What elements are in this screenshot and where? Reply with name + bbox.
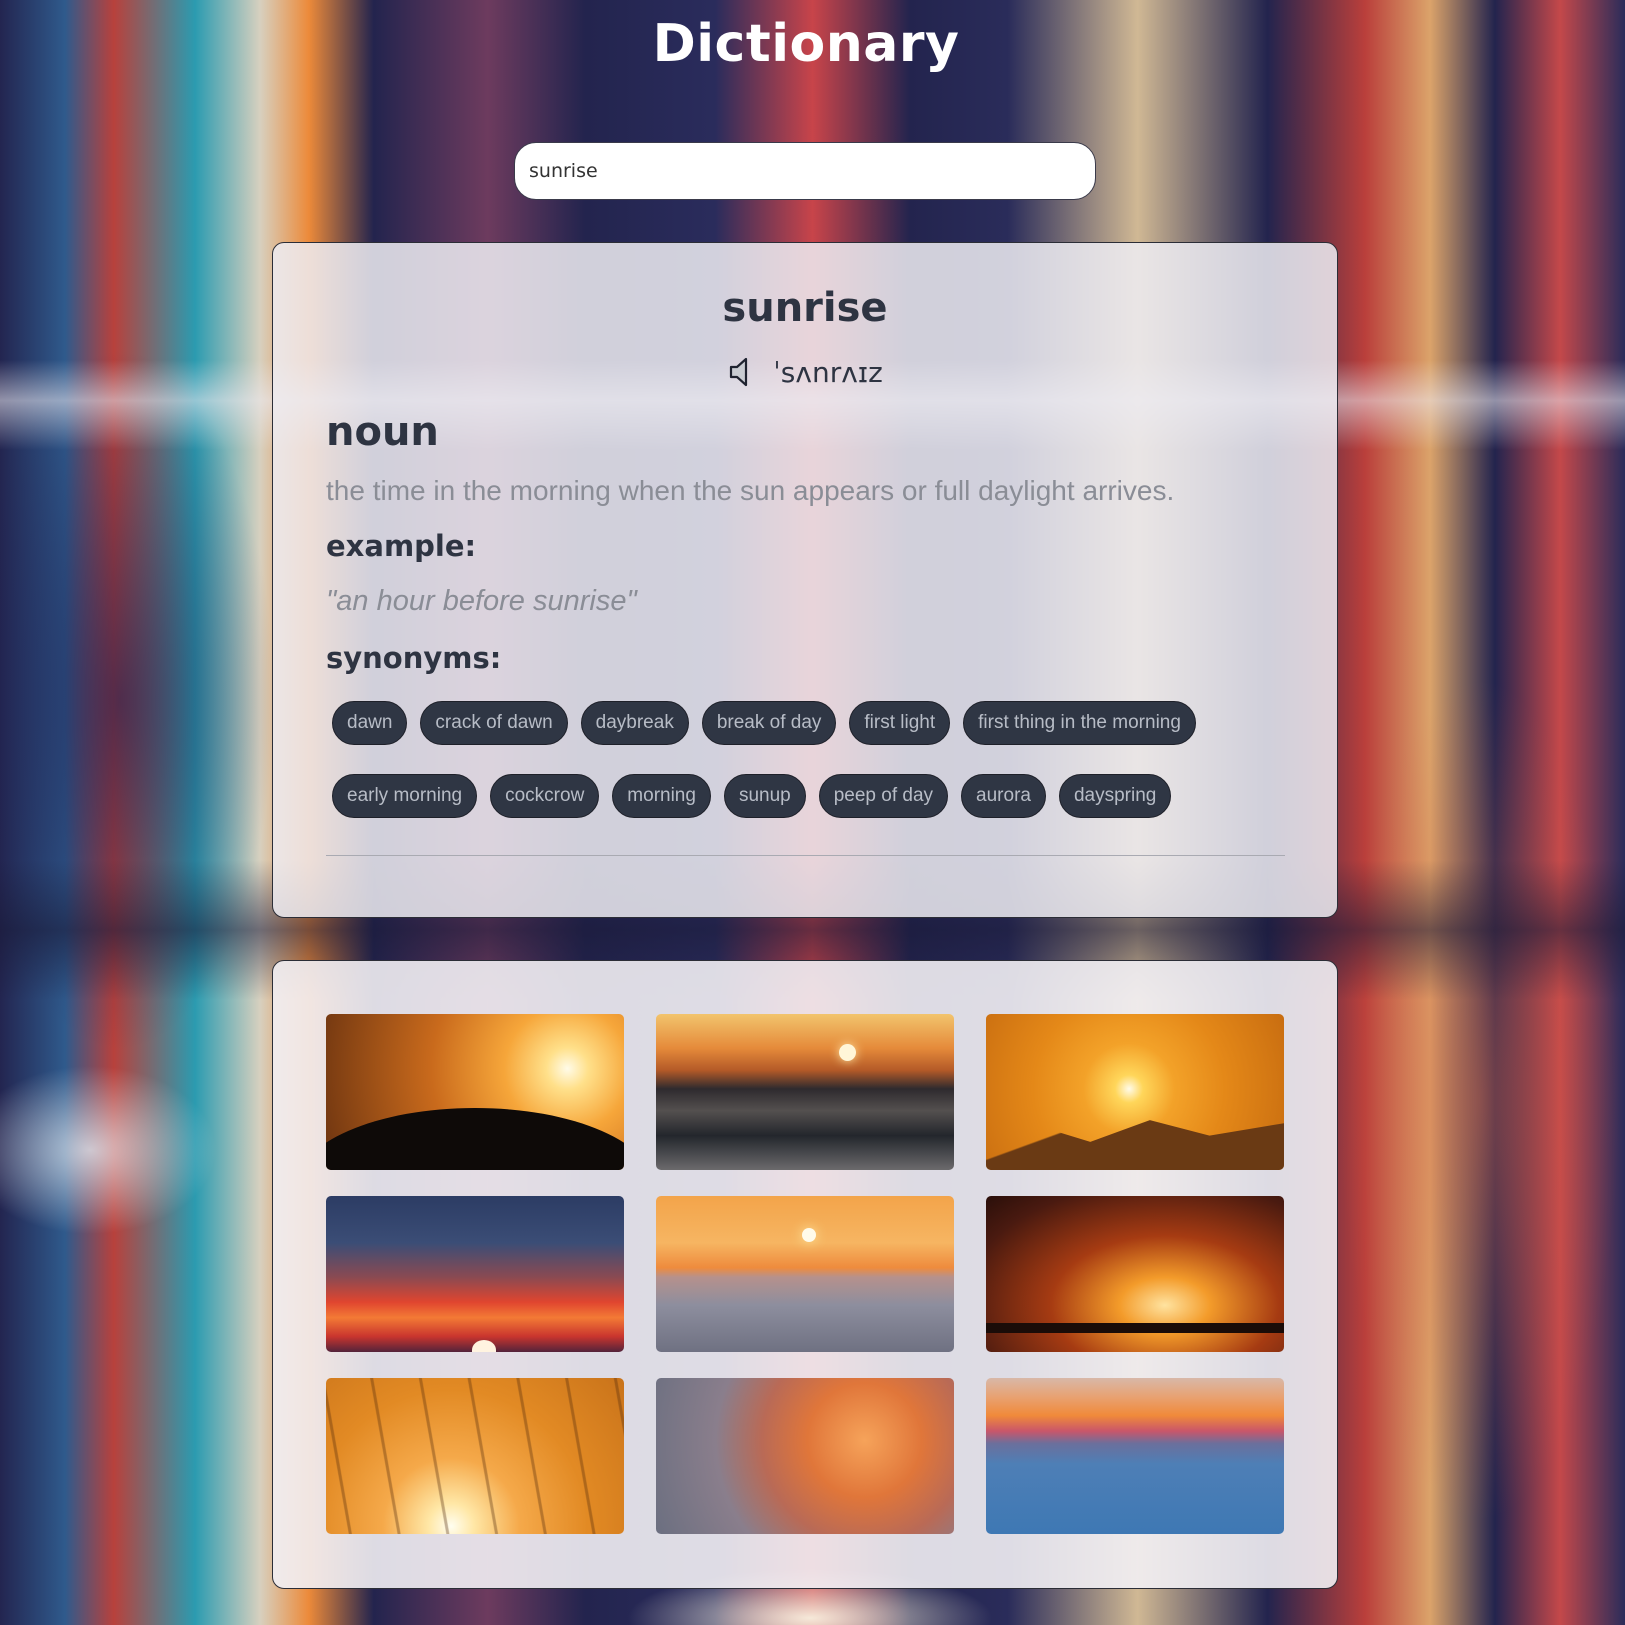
app-title: Dictionary [652, 14, 960, 74]
synonym-chip[interactable]: first thing in the morning [963, 701, 1196, 745]
sunrise-photo-calm-sea[interactable] [656, 1196, 954, 1352]
divider [326, 855, 1285, 856]
speaker-icon[interactable] [727, 355, 757, 389]
part-of-speech: noun [326, 409, 439, 455]
synonym-chip[interactable]: break of day [701, 701, 837, 745]
headword: sunrise [722, 285, 888, 331]
sunrise-photo-horizon-blur[interactable] [986, 1378, 1284, 1534]
synonym-chip[interactable]: aurora [961, 774, 1046, 818]
synonym-chip[interactable]: early morning [332, 774, 478, 818]
synonyms-label: synonyms: [326, 641, 502, 675]
pronunciation-row: ˈsʌnrʌɪz [273, 355, 1337, 389]
sunrise-photo-ocean-waves[interactable] [656, 1014, 954, 1170]
synonym-chip[interactable]: cockcrow [490, 774, 600, 818]
sunrise-photo-wheat-field[interactable] [326, 1378, 624, 1534]
synonym-chip[interactable]: first light [849, 701, 951, 745]
sunrise-photo-wave-tunnel[interactable] [986, 1196, 1284, 1352]
definition-text: the time in the morning when the sun app… [326, 475, 1175, 506]
definition-card: sunrise ˈsʌnrʌɪz noun the time in the mo… [272, 242, 1338, 918]
image-gallery-card [272, 960, 1338, 1589]
synonyms-row-2: early morning cockcrow morning sunup pee… [332, 774, 1172, 818]
synonym-chip[interactable]: sunup [723, 774, 806, 818]
sunrise-photo-red-clouds[interactable] [326, 1196, 624, 1352]
example-text: "an hour before sunrise" [326, 585, 637, 617]
image-grid [326, 1014, 1284, 1534]
synonym-chip[interactable]: morning [612, 774, 711, 818]
sunrise-photo-couple-silhouette[interactable] [326, 1014, 624, 1170]
synonym-chip[interactable]: dayspring [1058, 774, 1172, 818]
example-label: example: [326, 529, 477, 563]
sunrise-photo-mountains[interactable] [986, 1014, 1284, 1170]
search-input[interactable] [514, 142, 1096, 200]
sunrise-photo-clouds[interactable] [656, 1378, 954, 1534]
synonyms-row-1: dawn crack of dawn daybreak break of day… [332, 701, 1196, 745]
synonym-chip[interactable]: dawn [332, 701, 408, 745]
synonym-chip[interactable]: daybreak [580, 701, 689, 745]
phonetic-text: ˈsʌnrʌɪz [773, 355, 883, 389]
synonym-chip[interactable]: peep of day [818, 774, 949, 818]
synonym-chip[interactable]: crack of dawn [420, 701, 568, 745]
